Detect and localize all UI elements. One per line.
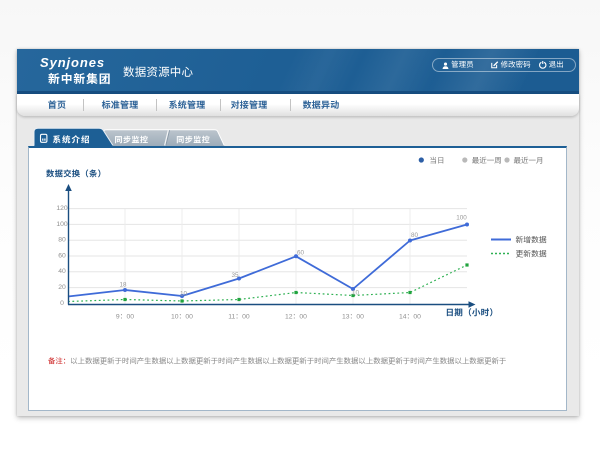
svg-text:同步监控: 同步监控 [115, 134, 149, 145]
svg-text:20: 20 [58, 284, 66, 291]
svg-text:13：00: 13：00 [342, 314, 364, 321]
svg-text:60: 60 [58, 252, 66, 259]
svg-text:10：00: 10：00 [171, 314, 193, 321]
svg-text:40: 40 [58, 268, 66, 275]
svg-text:60: 60 [297, 249, 305, 256]
svg-text:100: 100 [56, 221, 68, 228]
svg-text:9：00: 9：00 [116, 314, 134, 321]
svg-text:10: 10 [180, 291, 188, 298]
svg-text:120: 120 [56, 205, 68, 212]
svg-text:10: 10 [352, 290, 360, 297]
svg-text:系统介绍: 系统介绍 [52, 133, 90, 145]
svg-text:日期（小时）: 日期（小时） [446, 308, 499, 318]
svg-text:当日: 当日 [430, 156, 445, 165]
svg-text:最近一月: 最近一月 [514, 156, 544, 165]
svg-text:11：00: 11：00 [228, 314, 250, 321]
svg-text:14：00: 14：00 [399, 314, 421, 321]
svg-text:80: 80 [411, 232, 419, 239]
svg-text:100: 100 [456, 215, 467, 222]
svg-text:0: 0 [60, 300, 64, 307]
svg-text:数据交换（条）: 数据交换（条） [46, 169, 106, 179]
svg-text:12：00: 12：00 [285, 314, 307, 321]
svg-text:80: 80 [58, 237, 66, 244]
svg-text:35: 35 [231, 272, 239, 279]
svg-text:新增数据: 新增数据 [516, 236, 547, 245]
svg-text:同步监控: 同步监控 [176, 134, 210, 145]
svg-text:18: 18 [119, 282, 127, 289]
svg-text:最近一周: 最近一周 [472, 156, 502, 165]
svg-text:备注：以上数据更新于时间产生数据以上数据更新于时间产生数据以: 备注：以上数据更新于时间产生数据以上数据更新于时间产生数据以上数据更新于时间产生… [48, 357, 506, 366]
svg-text:更新数据: 更新数据 [516, 250, 547, 259]
